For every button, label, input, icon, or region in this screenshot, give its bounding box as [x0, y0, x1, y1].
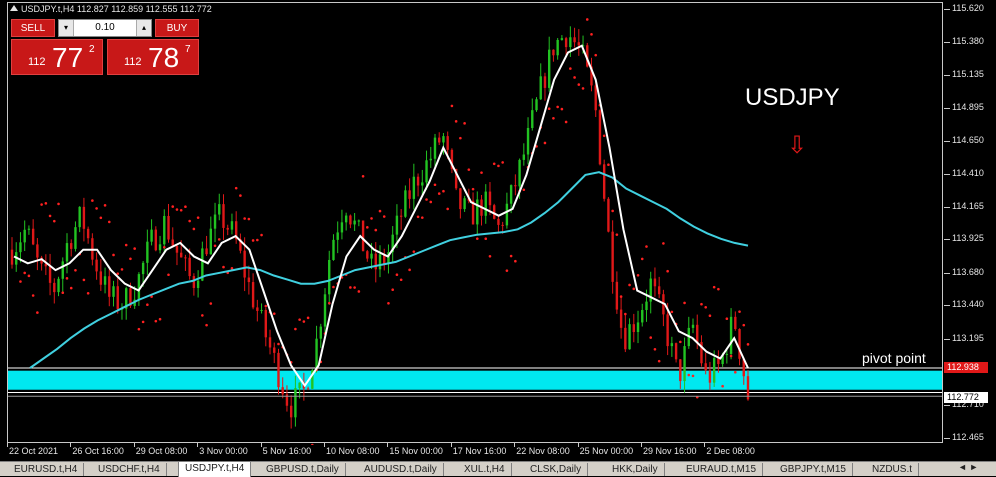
- time-tick-label: 22 Nov 08:00: [516, 446, 570, 456]
- price-tick: [944, 206, 950, 208]
- current-price-tag: 112.772: [944, 392, 988, 403]
- price-tick-label: 114.165: [952, 200, 984, 211]
- chart-tab[interactable]: EURUSD.t,H4: [8, 463, 85, 476]
- lot-increase-icon[interactable]: ▴: [136, 20, 151, 36]
- time-tick-label: 17 Nov 16:00: [452, 446, 507, 456]
- time-tick-label: 25 Nov 00:00: [579, 446, 634, 456]
- time-tick-label: 15 Nov 00:00: [389, 446, 443, 456]
- down-arrow-icon[interactable]: ⇩: [787, 133, 807, 159]
- sell-quote-pips: 77: [52, 42, 84, 73]
- chart-tab[interactable]: EURAUD.t,M15: [680, 463, 764, 476]
- time-tick: [7, 443, 8, 447]
- time-tick-label: 3 Nov 00:00: [199, 446, 248, 456]
- chart-tab[interactable]: NZDUS.t: [866, 463, 919, 476]
- pivot-price-tag: 112.938: [944, 362, 988, 373]
- price-tick-label: 114.650: [952, 134, 984, 145]
- time-tick-label: 2 Dec 08:00: [706, 446, 755, 456]
- time-tick: [133, 443, 135, 447]
- lot-decrease-icon[interactable]: ▾: [59, 20, 74, 36]
- chart-tab[interactable]: CLSK,Daily: [524, 463, 589, 476]
- chart-tab[interactable]: GBPUSD.t,Daily: [260, 463, 346, 476]
- price-tick: [944, 41, 950, 43]
- price-tick: [944, 404, 950, 406]
- buy-button[interactable]: BUY: [155, 19, 199, 37]
- price-tick-label: 115.380: [952, 35, 984, 46]
- time-tick-label: 29 Oct 08:00: [135, 446, 188, 456]
- time-tick: [70, 443, 72, 447]
- chart-window: USDJPY.t,H4 112.827 112.859 112.555 112.…: [0, 0, 996, 477]
- time-tick: [641, 443, 642, 447]
- chart-tab[interactable]: HKK,Daily: [606, 463, 665, 476]
- price-tick-label: 112.465: [952, 432, 984, 442]
- price-tick-label: 113.680: [952, 266, 984, 277]
- price-tick: [944, 438, 950, 439]
- tab-scroll-arrows-icon[interactable]: ◄ ►: [958, 462, 978, 472]
- price-tick: [944, 239, 950, 241]
- price-tick-label: 113.925: [952, 233, 984, 244]
- price-tick-label: 114.410: [952, 167, 984, 178]
- pivot-point-label[interactable]: pivot point: [862, 350, 926, 366]
- time-tick: [514, 443, 516, 447]
- time-tick: [260, 443, 262, 447]
- lot-size-field[interactable]: ▾ 0.10 ▴: [58, 19, 152, 37]
- buy-quote-big-figure: 112: [124, 56, 142, 68]
- price-axis[interactable]: 115.620 115.380 115.135 114.895 114.650 114.4…: [944, 0, 996, 445]
- price-tick: [944, 9, 950, 10]
- time-tick-label: 29 Nov 16:00: [643, 446, 697, 456]
- chart-tab[interactable]: AUDUSD.t,Daily: [358, 463, 444, 476]
- buy-quote-fraction: 7: [185, 44, 191, 55]
- price-tick-label: 115.620: [952, 3, 984, 13]
- price-tick-label: 115.135: [952, 68, 984, 79]
- price-tick: [944, 74, 950, 76]
- chart-tabs-bar: EURUSD.t,H4 USDCHF.t,H4 USDJPY.t,H4 GBPUSD.…: [0, 461, 996, 477]
- symbol-ohlc-line: USDJPY.t,H4 112.827 112.859 112.555 112.…: [21, 4, 212, 14]
- price-tick-label: 114.895: [952, 101, 984, 112]
- time-tick: [387, 443, 389, 447]
- time-tick: [197, 443, 199, 447]
- price-tick-label: 113.195: [952, 332, 984, 343]
- sell-quote-big-figure: 112: [28, 56, 46, 68]
- buy-quote[interactable]: 112 78 7: [107, 39, 199, 75]
- time-tick-label: 5 Nov 16:00: [262, 446, 312, 456]
- price-tick: [944, 338, 950, 340]
- time-tick: [324, 443, 325, 447]
- symbol-text-label[interactable]: USDJPY: [745, 84, 840, 112]
- time-tick-label: 22 Oct 2021: [9, 446, 59, 456]
- price-tick-label: 113.440: [952, 299, 984, 310]
- collapse-triangle-icon[interactable]: [10, 5, 18, 11]
- sell-button[interactable]: SELL: [11, 19, 55, 37]
- lot-value[interactable]: 0.10: [75, 20, 135, 36]
- price-tick: [944, 305, 950, 307]
- chart-header: USDJPY.t,H4 112.827 112.859 112.555 112.…: [10, 4, 212, 14]
- chart-tab[interactable]: GBPJPY.t,M15: [774, 463, 853, 476]
- chart-tab[interactable]: XUL.t,H4: [458, 463, 512, 476]
- time-tick-label: 26 Oct 16:00: [72, 446, 124, 456]
- one-click-trading-panel: SELL ▾ 0.10 ▴ BUY 112 77 2 112 78 7: [11, 19, 199, 75]
- time-tick: [704, 443, 706, 447]
- chart-tab[interactable]: USDCHF.t,H4: [92, 463, 167, 476]
- parabolic-sar-dot: [311, 443, 314, 445]
- price-tick: [944, 173, 950, 175]
- time-tick-label: 10 Nov 08:00: [326, 446, 380, 456]
- time-tick: [450, 443, 452, 447]
- price-tick: [944, 272, 950, 274]
- sell-quote[interactable]: 112 77 2: [11, 39, 103, 75]
- time-tick: [577, 443, 579, 447]
- sell-quote-fraction: 2: [89, 44, 95, 55]
- buy-quote-pips: 78: [148, 42, 180, 73]
- price-tick: [944, 107, 950, 109]
- price-tick: [944, 140, 950, 142]
